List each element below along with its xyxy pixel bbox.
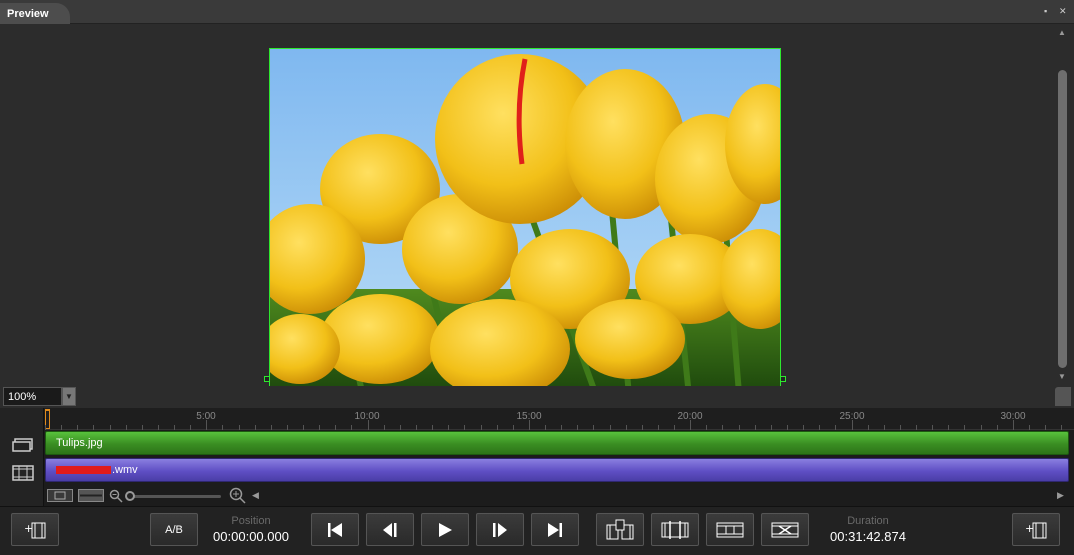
timeline: 5:00 10:00 15:00 20:00 25:00 30:00 Tulip…: [0, 408, 1074, 506]
image-clip-label: Tulips.jpg: [56, 437, 103, 449]
scroll-down-icon[interactable]: ▼: [1058, 372, 1066, 381]
zoom-select[interactable]: 100%: [3, 387, 62, 406]
chevron-down-icon[interactable]: ▼: [62, 387, 76, 406]
timeline-toolbar: ◀ ▶: [45, 486, 1074, 506]
video-clip-label: .wmv: [112, 464, 138, 476]
step-back-icon: [383, 522, 397, 537]
zoom-slider-track[interactable]: [127, 495, 221, 498]
zoom-slider-knob[interactable]: [125, 491, 135, 501]
resize-handle-br[interactable]: [780, 376, 786, 382]
zoom-in-icon[interactable]: [229, 487, 246, 504]
video-track-icon: [12, 465, 34, 481]
skip-to-end-icon: [548, 522, 562, 537]
skip-to-start-button[interactable]: [311, 513, 359, 546]
title-bar: Preview ▪ ✕: [0, 0, 1074, 24]
clip-frames-button[interactable]: [706, 513, 754, 546]
preview-vertical-scrollbar[interactable]: ▲ ▼: [1054, 24, 1074, 386]
scroll-left-icon[interactable]: ◀: [252, 490, 259, 501]
resize-handle-bl[interactable]: [264, 376, 270, 382]
add-media-button-left[interactable]: +: [11, 513, 59, 546]
transport-bar: + A/B Position 00:00:00.000 Duration 00:…: [0, 506, 1074, 555]
position-label: Position: [231, 515, 271, 527]
time-ruler[interactable]: 5:00 10:00 15:00 20:00 25:00 30:00: [45, 408, 1074, 430]
thumbnail-view-icon[interactable]: [47, 489, 73, 502]
split-clip-button[interactable]: [596, 513, 644, 546]
window-controls: ▪ ✕: [1044, 6, 1068, 16]
skip-to-end-button[interactable]: [531, 513, 579, 546]
video-clip[interactable]: .wmv: [45, 458, 1069, 482]
ruler-label: 10:00: [354, 411, 380, 422]
ruler-label: 20:00: [677, 411, 703, 422]
duration-readout: Duration 00:31:42.874: [822, 515, 914, 544]
ruler-label: 30:00: [1000, 411, 1026, 422]
position-readout: Position 00:00:00.000: [206, 515, 296, 544]
step-forward-icon: [493, 522, 507, 537]
scroll-up-icon[interactable]: ▲: [1058, 28, 1066, 37]
trim-clip-icon: [661, 520, 689, 539]
image-clip[interactable]: Tulips.jpg: [45, 431, 1069, 455]
scroll-thumb[interactable]: [1058, 70, 1067, 368]
scroll-right-icon[interactable]: ▶: [1057, 490, 1064, 501]
split-clip-icon: [606, 519, 634, 539]
tulips-image: [270, 49, 780, 404]
pin-icon[interactable]: ▪: [1044, 6, 1053, 16]
close-icon[interactable]: ✕: [1059, 6, 1068, 16]
duration-label: Duration: [847, 515, 889, 527]
add-media-icon: +: [24, 522, 46, 538]
play-button[interactable]: [421, 513, 469, 546]
preview-area: [0, 24, 1054, 405]
corner-grip: [1055, 387, 1071, 406]
remove-clip-button[interactable]: [761, 513, 809, 546]
skip-to-start-icon: [328, 522, 342, 537]
delete-clip-icon: [771, 522, 799, 537]
ab-button[interactable]: A/B: [150, 513, 198, 546]
track-height-icon[interactable]: [78, 489, 104, 502]
redaction-mark: [56, 466, 111, 475]
preview-canvas[interactable]: [269, 48, 781, 405]
ruler-label: 25:00: [839, 411, 865, 422]
step-forward-button[interactable]: [476, 513, 524, 546]
play-icon: [439, 522, 452, 537]
editor-window: Preview ▪ ✕ ▲ ▼ 100% ▼ 5:00 10:00 15:00 …: [0, 0, 1074, 555]
step-back-button[interactable]: [366, 513, 414, 546]
film-strip-icon: [716, 522, 744, 537]
ab-label: A/B: [165, 523, 183, 536]
trim-clip-button[interactable]: [651, 513, 699, 546]
duration-value: 00:31:42.874: [830, 529, 906, 544]
ruler-label: 5:00: [196, 411, 216, 422]
position-value: 00:00:00.000: [213, 529, 289, 544]
image-track-icon: [12, 438, 33, 452]
track-headers: [0, 408, 44, 506]
add-media-icon: +: [1025, 522, 1047, 538]
add-media-button-right[interactable]: +: [1012, 513, 1060, 546]
zoom-out-icon[interactable]: [109, 489, 123, 503]
tab-preview[interactable]: Preview: [0, 3, 70, 24]
zoom-row: 100% ▼: [0, 386, 1074, 408]
ruler-label: 15:00: [516, 411, 542, 422]
